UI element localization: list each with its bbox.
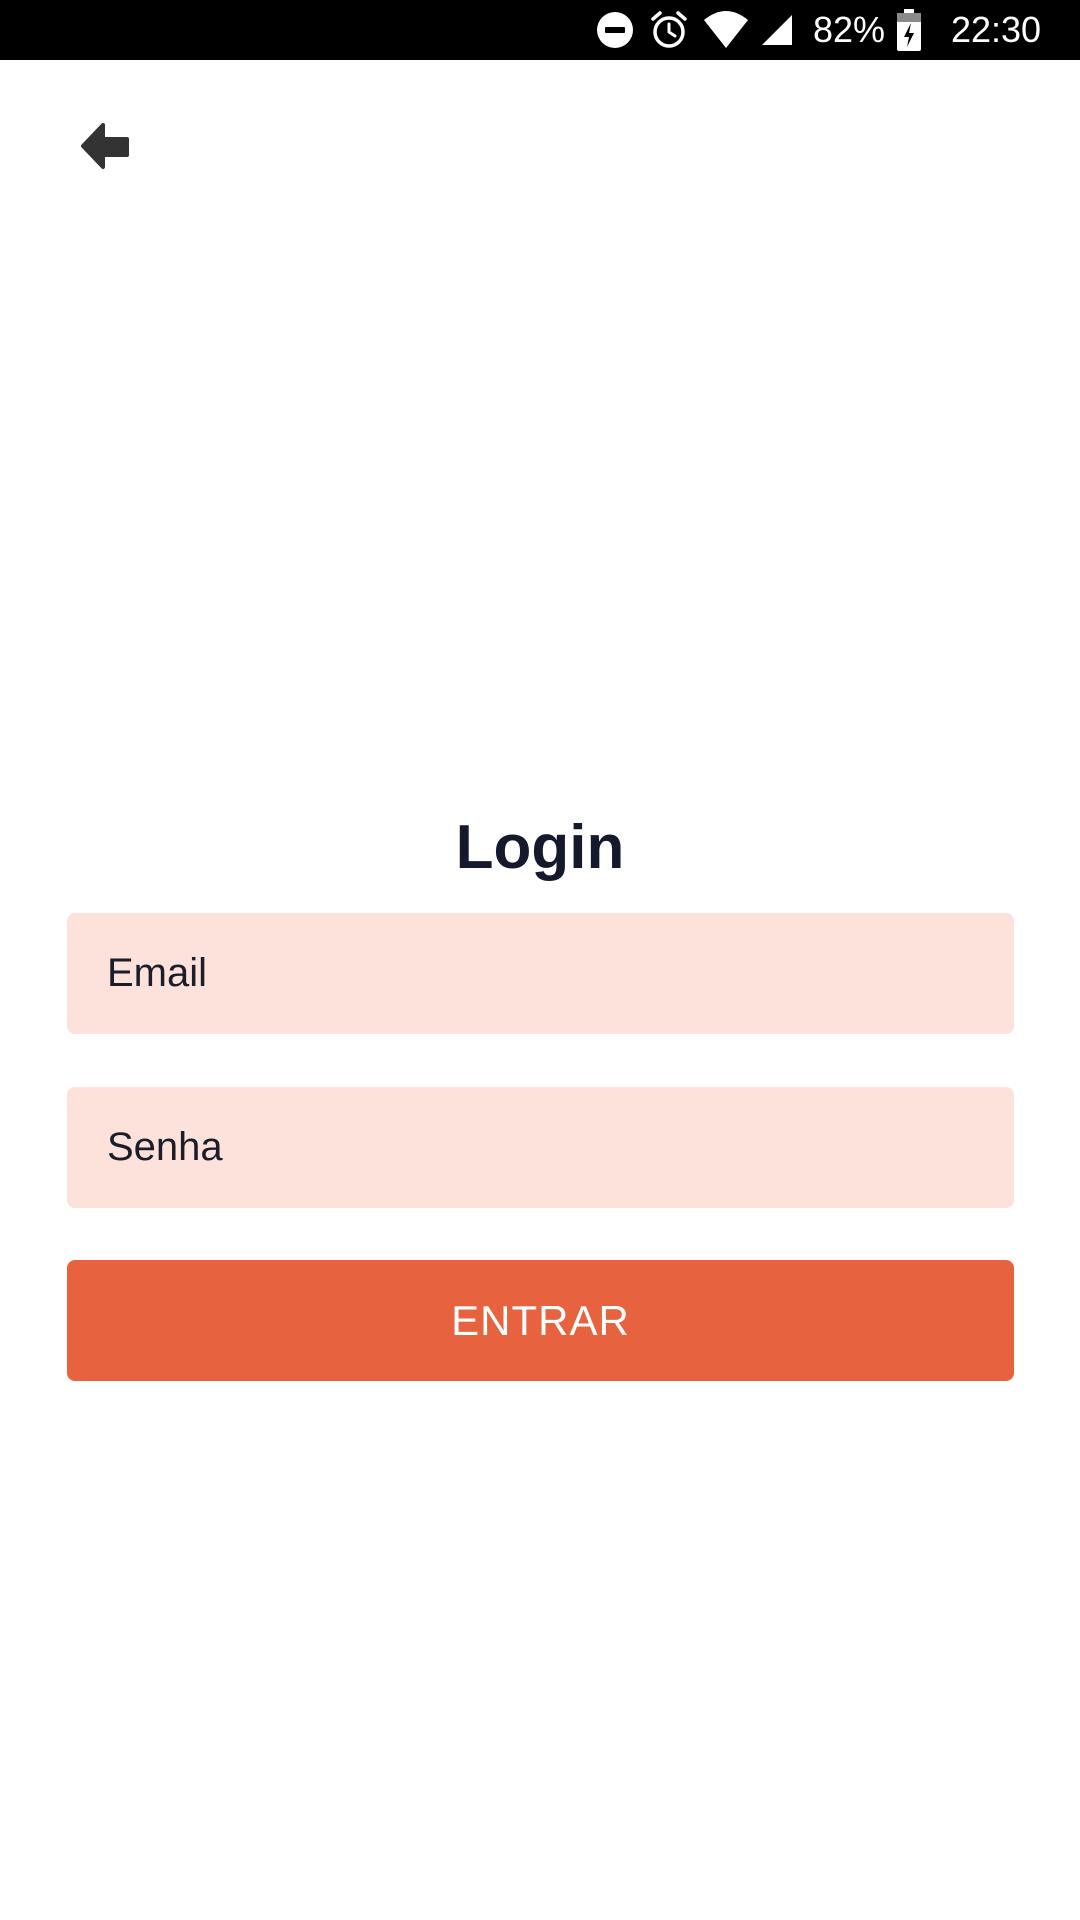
password-input[interactable]: [107, 1087, 1014, 1208]
email-input[interactable]: [107, 913, 1014, 1034]
email-field[interactable]: [67, 913, 1014, 1034]
clock: 22:30: [950, 9, 1042, 50]
page-title: Login: [455, 813, 625, 882]
wifi-icon: [700, 0, 752, 60]
battery-charging-icon: [894, 0, 924, 60]
alarm-icon: [648, 0, 690, 60]
back-button[interactable]: [62, 107, 148, 187]
battery-percent: 82%: [812, 9, 886, 50]
back-arrow-icon: [81, 123, 129, 169]
status-bar: 82% 22:30: [0, 0, 1080, 60]
password-field[interactable]: [67, 1087, 1014, 1208]
cell-signal-icon: [758, 0, 796, 60]
login-submit-label: ENTRAR: [451, 1296, 630, 1344]
login-submit-button[interactable]: ENTRAR: [67, 1260, 1014, 1381]
do-not-disturb-icon: [594, 0, 636, 60]
